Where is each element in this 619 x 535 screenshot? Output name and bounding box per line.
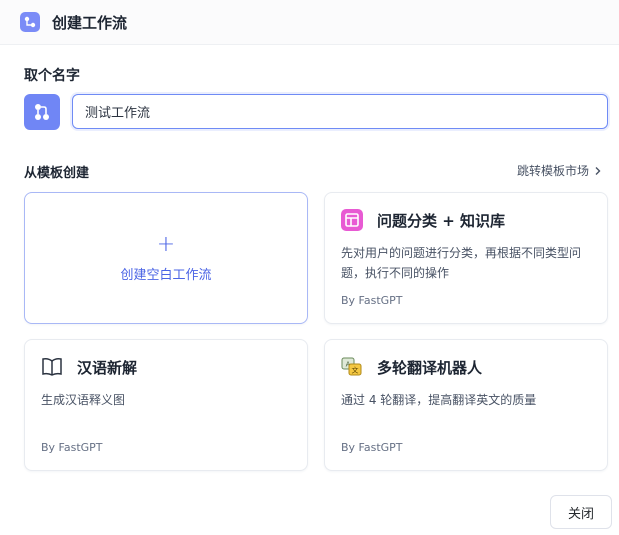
template-card-chinese-new-explanation[interactable]: 汉语新解 生成汉语释义图 By FastGPT (24, 339, 308, 471)
name-row (24, 94, 608, 130)
card-description: 先对用户的问题进行分类，再根据不同类型问题，执行不同的操作 (341, 246, 582, 280)
translate-icon: A 文 (341, 356, 363, 378)
svg-text:文: 文 (352, 366, 359, 375)
card-description: 通过 4 轮翻译，提高翻译英文的质量 (341, 393, 537, 407)
workflow-name-input[interactable] (72, 94, 608, 129)
card-title: 多轮翻译机器人 (377, 358, 483, 377)
workflow-icon (35, 104, 49, 120)
template-section-label: 从模板创建 (24, 166, 90, 181)
card-title: 问题分类 + 知识库 (377, 211, 506, 230)
card-head: 问题分类 + 知识库 (341, 209, 505, 231)
modal-header: 创建工作流 (0, 0, 619, 45)
card-author: By FastGPT (341, 294, 403, 307)
card-author: By FastGPT (341, 441, 403, 454)
card-head: 汉语新解 (41, 356, 137, 378)
card-head: A 文 多轮翻译机器人 (341, 356, 482, 378)
chevron-right-icon (595, 166, 601, 175)
book-icon (41, 356, 63, 378)
modal-title: 创建工作流 (52, 13, 128, 32)
template-card-translation-bot[interactable]: A 文 多轮翻译机器人 通过 4 轮翻译，提高翻译英文的质量 By FastGP… (324, 339, 608, 471)
create-blank-workflow-card[interactable]: + 创建空白工作流 (24, 192, 308, 324)
template-card-classify[interactable]: 问题分类 + 知识库 先对用户的问题进行分类，再根据不同类型问题，执行不同的操作… (324, 192, 608, 324)
template-market-link[interactable]: 跳转模板市场 (517, 162, 603, 179)
card-title: 汉语新解 (77, 358, 138, 377)
close-button[interactable]: 关闭 (550, 495, 612, 529)
create-blank-workflow-label: 创建空白工作流 (120, 267, 212, 283)
plus-icon: + (156, 231, 176, 257)
card-description: 生成汉语释义图 (41, 393, 126, 407)
workflow-avatar[interactable] (24, 94, 60, 130)
card-author: By FastGPT (41, 441, 103, 454)
name-section-label: 取个名字 (24, 68, 80, 84)
classify-icon (341, 209, 363, 231)
workflow-icon (20, 12, 40, 32)
template-market-link-label: 跳转模板市场 (516, 164, 589, 178)
